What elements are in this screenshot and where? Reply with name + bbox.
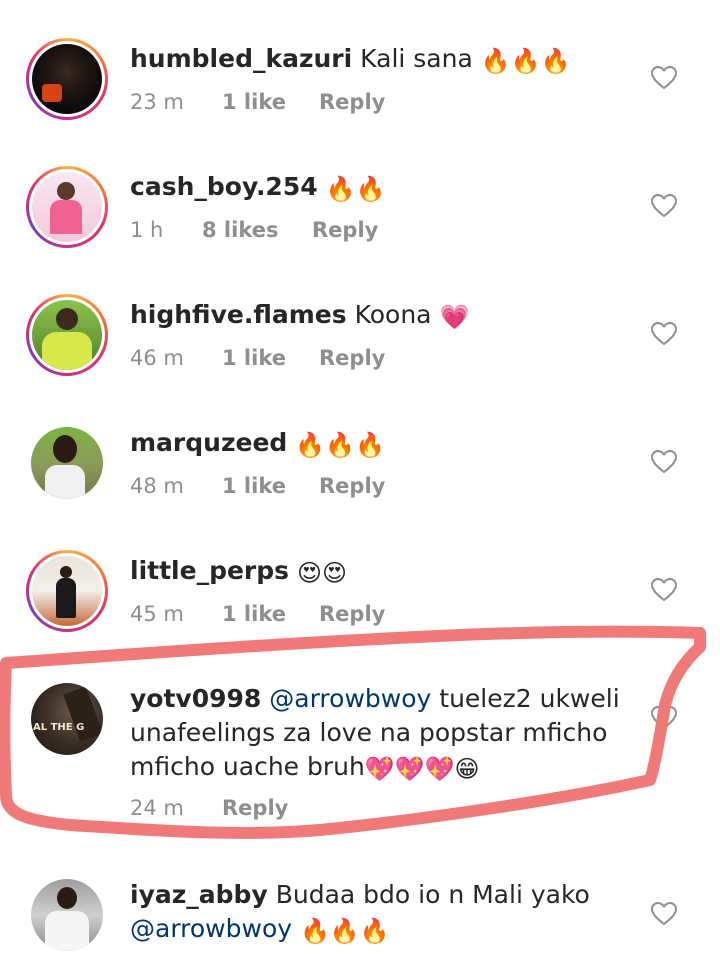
avatar-story-ring[interactable] [26,550,108,632]
heart-outline-icon[interactable] [651,706,677,730]
reply-button[interactable]: Reply [319,90,385,114]
emoji: 🔥🔥🔥 [295,431,385,459]
likes-count[interactable]: 8 likes [202,218,312,242]
reply-button[interactable]: Reply [319,602,385,626]
avatar [32,172,102,242]
likes-count[interactable]: 1 like [222,602,319,626]
emoji: 🔥🔥🔥 [480,47,571,75]
avatar-container[interactable] [26,874,108,956]
heart-outline-icon[interactable] [651,578,677,602]
heart-outline-icon[interactable] [651,194,677,218]
username[interactable]: cash_boy.254 [130,172,318,201]
username[interactable]: little_perps [130,556,289,585]
avatar [32,44,102,114]
heart-outline-icon[interactable] [651,450,677,474]
likes-count[interactable]: 1 like [222,90,319,114]
reply-button[interactable]: Reply [319,474,385,498]
timestamp: 24 m [130,796,184,820]
mention-link[interactable]: @arrowbwoy [269,684,431,713]
avatar-story-ring[interactable] [26,294,108,376]
reply-button[interactable]: Reply [312,218,378,242]
reply-button[interactable]: Reply [319,346,385,370]
emoji: 🔥🔥🔥 [300,917,390,945]
avatar-caption: AL THE G [33,722,85,733]
timestamp: 1 h [130,218,164,242]
timestamp: 45 m [130,602,184,626]
comment-text: Kali sana [360,44,473,73]
comment-text: Budaa bdo io n Mali yako [275,880,590,909]
likes-count[interactable]: 1 like [222,346,319,370]
avatar-story-ring[interactable] [26,38,108,120]
timestamp: 48 m [130,474,184,498]
avatar-container[interactable]: AL THE G [26,678,108,760]
avatar [32,300,102,370]
heart-outline-icon[interactable] [651,322,677,346]
avatar [32,556,102,626]
emoji: 💗 [439,303,470,331]
username[interactable]: humbled_kazuri [130,44,352,73]
avatar-container[interactable] [26,422,108,504]
timestamp: 23 m [130,90,184,114]
avatar [31,427,103,499]
comment-text: Koona [354,300,432,329]
avatar: AL THE G [31,683,103,755]
avatar-story-ring[interactable] [26,166,108,248]
emoji: 💖💖💖😁 [364,755,480,783]
mention-link[interactable]: @arrowbwoy [130,914,292,943]
avatar [31,879,103,951]
username[interactable]: highfive.flames [130,300,347,329]
heart-outline-icon[interactable] [651,902,677,926]
likes-count[interactable]: 1 like [222,474,319,498]
emoji: 🔥🔥 [325,175,386,203]
username[interactable]: yotv0998 [130,684,261,713]
timestamp: 46 m [130,346,184,370]
heart-outline-icon[interactable] [651,66,677,90]
username[interactable]: marquzeed [130,428,287,457]
reply-button[interactable]: Reply [222,796,288,820]
username[interactable]: iyaz_abby [130,880,268,909]
emoji: 😍😍 [296,559,348,587]
